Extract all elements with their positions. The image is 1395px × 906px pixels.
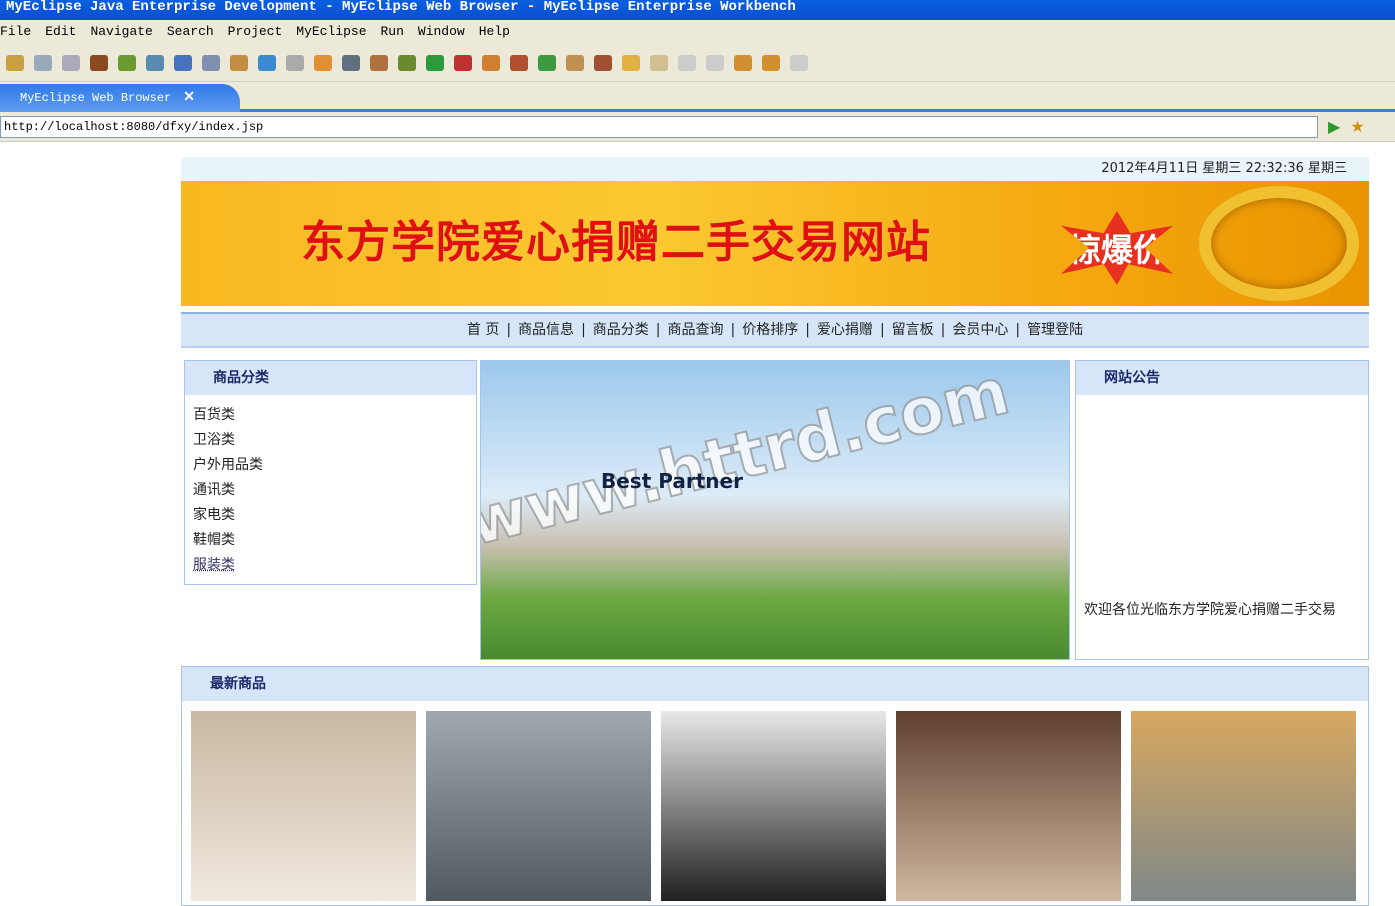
category-link[interactable]: 鞋帽类 <box>193 528 476 553</box>
menu-run[interactable]: Run <box>381 24 404 39</box>
notice-panel: 网站公告 欢迎各位光临东方学院爱心捐赠二手交易 <box>1075 360 1369 660</box>
nav-link[interactable]: 会员中心 <box>952 322 1008 338</box>
go-icon[interactable]: ▶ <box>1328 117 1340 136</box>
toolbar-icon[interactable] <box>398 54 416 71</box>
slide-caption: Best Partner <box>601 469 743 493</box>
category-link[interactable]: 卫浴类 <box>193 428 476 453</box>
watermark: www.httrd.com <box>480 360 1017 562</box>
menu-help[interactable]: Help <box>479 24 510 39</box>
nav-separator: | <box>940 322 946 338</box>
latest-title: 最新商品 <box>182 667 1368 701</box>
site-banner: 东方学院爱心捐赠二手交易网站 惊爆价 <box>181 181 1369 306</box>
url-input[interactable] <box>0 115 1318 138</box>
toolbar-icon[interactable] <box>286 54 304 71</box>
tab-label: MyEclipse Web Browser <box>20 91 172 105</box>
category-link[interactable]: 百货类 <box>193 403 476 428</box>
product-image[interactable] <box>896 711 1121 901</box>
banner-badge: 惊爆价 <box>1061 211 1174 285</box>
nav-separator: | <box>730 322 736 338</box>
menu-project[interactable]: Project <box>228 24 283 39</box>
menu-edit[interactable]: Edit <box>45 24 76 39</box>
nav-link[interactable]: 首 页 <box>467 322 499 338</box>
category-panel: 商品分类 百货类 卫浴类 户外用品类 通讯类 家电类 鞋帽类 服装类 <box>184 360 477 585</box>
notice-text: 欢迎各位光临东方学院爱心捐赠二手交易 <box>1084 602 1336 618</box>
toolbar-icon[interactable] <box>118 54 136 71</box>
close-icon[interactable]: ✕ <box>183 90 195 106</box>
nav-link[interactable]: 商品分类 <box>593 322 649 338</box>
bookmark-icon[interactable]: ★ <box>1350 117 1364 136</box>
product-image[interactable] <box>1131 711 1356 901</box>
toolbar-icon[interactable] <box>510 54 528 71</box>
toolbar-icon[interactable] <box>678 54 696 71</box>
nav-separator: | <box>506 322 512 338</box>
nav-link[interactable]: 爱心捐赠 <box>817 322 873 338</box>
toolbar-icon[interactable] <box>566 54 584 71</box>
toolbar-icon[interactable] <box>706 54 724 71</box>
menu-search[interactable]: Search <box>167 24 214 39</box>
toolbar-icon[interactable] <box>734 54 752 71</box>
toolbar-icon[interactable] <box>762 54 780 71</box>
toolbar-icon[interactable] <box>314 54 332 71</box>
toolbar-icon[interactable] <box>370 54 388 71</box>
nav-separator: | <box>1015 322 1021 338</box>
banner-title: 东方学院爱心捐赠二手交易网站 <box>301 217 931 268</box>
toolbar-icon[interactable] <box>90 54 108 71</box>
window-title: MyEclipse Java Enterprise Development - … <box>0 0 1395 20</box>
date-time: 2012年4月11日 星期三 22:32:36 星期三 <box>181 157 1369 181</box>
address-bar: ▶ ★ <box>0 112 1395 142</box>
main-nav: 首 页 | 商品信息 | 商品分类 | 商品查询 | 价格排序 | 爱心捐赠 | 留言板 | 会员中心 | 管理… <box>181 312 1369 348</box>
toolbar-icon[interactable] <box>594 54 612 71</box>
toolbar <box>0 44 1395 82</box>
nav-link[interactable]: 留言板 <box>892 322 934 338</box>
category-link[interactable]: 家电类 <box>193 503 476 528</box>
menu-file[interactable]: File <box>0 24 31 39</box>
category-link[interactable]: 通讯类 <box>193 478 476 503</box>
category-title: 商品分类 <box>185 361 476 395</box>
toolbar-icon[interactable] <box>62 54 80 71</box>
toolbar-icon[interactable] <box>454 54 472 71</box>
toolbar-icon[interactable] <box>426 54 444 71</box>
toolbar-icon[interactable] <box>482 54 500 71</box>
menu-window[interactable]: Window <box>418 24 465 39</box>
slideshow-image[interactable]: www.httrd.com Best Partner <box>480 360 1070 660</box>
product-image[interactable] <box>426 711 651 901</box>
latest-products-panel: 最新商品 <box>181 666 1369 906</box>
toolbar-icon[interactable] <box>230 54 248 71</box>
nav-separator: | <box>655 322 661 338</box>
nav-link[interactable]: 管理登陆 <box>1027 322 1083 338</box>
toolbar-icon[interactable] <box>202 54 220 71</box>
menu-myeclipse[interactable]: MyEclipse <box>296 24 366 39</box>
nav-separator: | <box>581 322 586 338</box>
toolbar-icon[interactable] <box>34 54 52 71</box>
category-link[interactable]: 服装类 <box>193 553 476 578</box>
ring-image <box>1199 186 1359 301</box>
web-page: 2012年4月11日 星期三 22:32:36 星期三 东方学院爱心捐赠二手交易… <box>181 157 1369 906</box>
menu-bar: File Edit Navigate Search Project MyEclipse Ru… <box>0 20 1395 44</box>
nav-link[interactable]: 商品信息 <box>518 322 574 338</box>
toolbar-icon[interactable] <box>342 54 360 71</box>
notice-title: 网站公告 <box>1076 361 1368 395</box>
toolbar-icon[interactable] <box>538 54 556 71</box>
tab-web-browser[interactable]: MyEclipse Web Browser ✕ <box>0 84 240 112</box>
nav-link[interactable]: 价格排序 <box>742 322 798 338</box>
product-image[interactable] <box>661 711 886 901</box>
nav-link[interactable]: 商品查询 <box>668 322 724 338</box>
menu-navigate[interactable]: Navigate <box>90 24 152 39</box>
product-image[interactable] <box>191 711 416 901</box>
toolbar-icon[interactable] <box>258 54 276 71</box>
toolbar-icon[interactable] <box>146 54 164 71</box>
toolbar-icon[interactable] <box>6 54 24 71</box>
nav-separator: | <box>805 322 810 338</box>
toolbar-icon[interactable] <box>790 54 808 71</box>
category-link[interactable]: 户外用品类 <box>193 453 476 478</box>
toolbar-icon[interactable] <box>650 54 668 71</box>
toolbar-icon[interactable] <box>622 54 640 71</box>
nav-separator: | <box>879 322 885 338</box>
toolbar-icon[interactable] <box>174 54 192 71</box>
editor-tabs: MyEclipse Web Browser ✕ <box>0 82 1395 112</box>
